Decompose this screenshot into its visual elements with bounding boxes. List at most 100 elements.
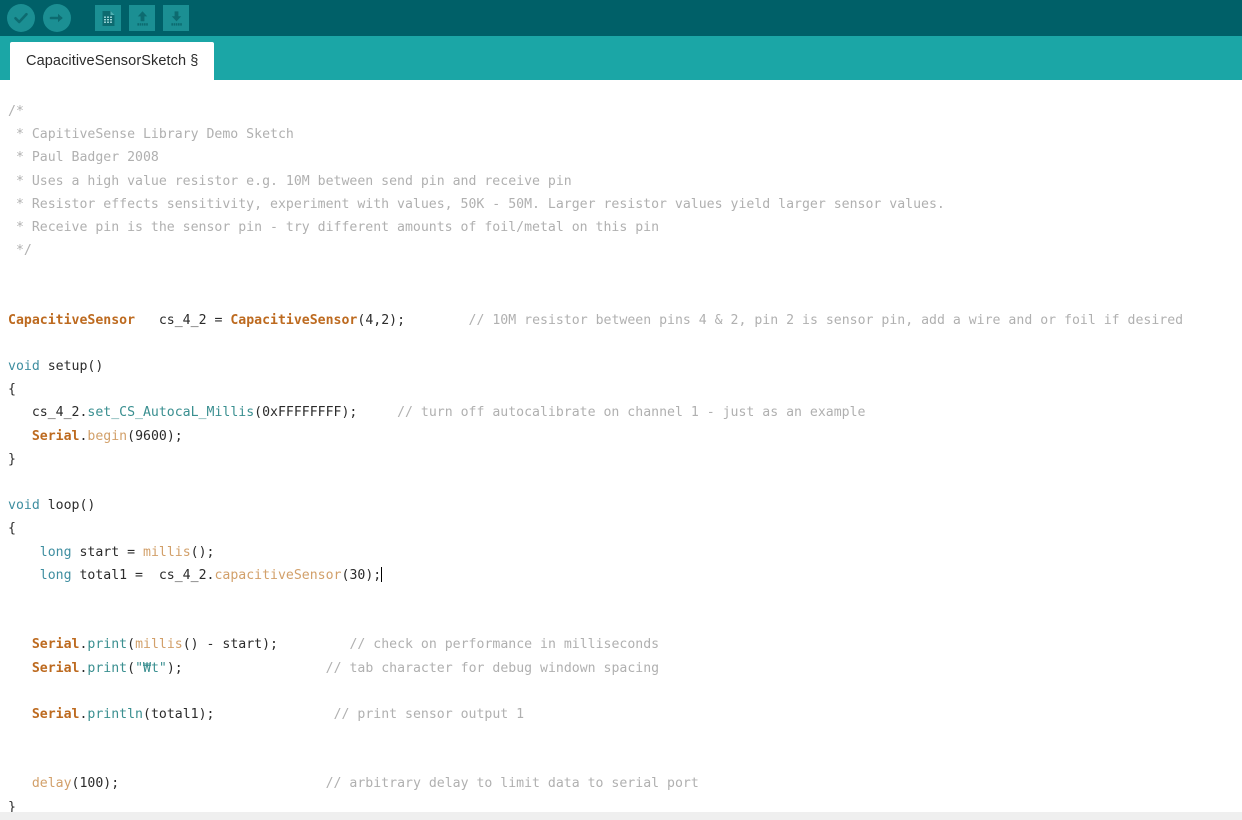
code-line: Serial.begin(9600); bbox=[8, 425, 1183, 448]
code-line: Serial.print(millis() - start); // check… bbox=[8, 633, 1183, 656]
code-token: set_CS_AutocaL_Millis bbox=[87, 405, 255, 421]
code-token: long bbox=[39, 544, 72, 560]
code-token: // turn off autocalibrate on channel 1 -… bbox=[397, 405, 866, 421]
code-line: * Receive pin is the sensor pin - try di… bbox=[8, 216, 1183, 239]
verify-button[interactable] bbox=[7, 4, 35, 32]
code-token: ( bbox=[127, 637, 136, 653]
code-token: Serial bbox=[31, 706, 80, 722]
code-token: } bbox=[8, 451, 16, 467]
check-circle-icon bbox=[14, 12, 28, 24]
code-token: (0xFFFFFFFF); bbox=[254, 405, 358, 421]
code-token: cs_4_2 = bbox=[135, 312, 231, 328]
code-token: long bbox=[39, 567, 72, 583]
code-line: * Uses a high value resistor e.g. 10M be… bbox=[8, 170, 1183, 193]
code-token: * Resistor effects sensitivity, experime… bbox=[8, 196, 945, 212]
arrow-right-circle-icon bbox=[49, 13, 63, 23]
code-token: Serial bbox=[31, 637, 80, 653]
code-token: begin bbox=[87, 428, 128, 444]
code-token: ( bbox=[127, 660, 136, 676]
code-line: Serial.println(total1); // print sensor … bbox=[8, 703, 1183, 726]
code-token: (100); bbox=[71, 776, 120, 792]
code-token: CapacitiveSensor bbox=[8, 312, 136, 328]
code-token: void bbox=[8, 359, 40, 375]
code-line: * CapitiveSense Library Demo Sketch bbox=[8, 123, 1183, 146]
code-token: ); bbox=[166, 660, 183, 676]
code-line: void loop() bbox=[8, 494, 1183, 517]
code-token: Serial bbox=[31, 428, 80, 444]
new-button[interactable] bbox=[95, 5, 121, 31]
code-line: long total1 = cs_4_2.capacitiveSensor(30… bbox=[8, 564, 1183, 587]
toolbar bbox=[0, 0, 1242, 36]
code-token: (); bbox=[190, 544, 215, 560]
open-button[interactable] bbox=[129, 5, 155, 31]
code-line: */ bbox=[8, 239, 1183, 262]
code-token: millis bbox=[143, 544, 191, 560]
code-token: // tab character for debug windown spaci… bbox=[325, 660, 660, 676]
code-token: setup() bbox=[39, 359, 104, 375]
code-line: delay(100); // arbitrary delay to limit … bbox=[8, 772, 1183, 795]
code-line: Serial.print("₩t"); // tab character for… bbox=[8, 657, 1183, 680]
new-document-icon bbox=[102, 10, 114, 26]
sketch-tab[interactable]: CapacitiveSensorSketch § bbox=[10, 42, 215, 80]
code-line: long start = millis(); bbox=[8, 541, 1183, 564]
code-token: Serial bbox=[31, 660, 80, 676]
code-line: { bbox=[8, 378, 1183, 401]
tab-bar: CapacitiveSensorSketch § bbox=[0, 36, 1242, 80]
code-token: println bbox=[87, 706, 143, 722]
code-token: void bbox=[8, 498, 40, 514]
code-token: (9600); bbox=[127, 428, 183, 444]
code-token: print bbox=[87, 660, 128, 676]
code-token: // print sensor output 1 bbox=[333, 706, 525, 722]
code-token: loop() bbox=[39, 498, 96, 514]
code-line: } bbox=[8, 448, 1183, 471]
code-token: */ bbox=[8, 243, 32, 259]
code-token: // check on performance in milliseconds bbox=[349, 637, 660, 653]
code-token: (30); bbox=[341, 567, 382, 583]
code-line: cs_4_2.set_CS_AutocaL_Millis(0xFFFFFFFF)… bbox=[8, 401, 1183, 424]
code-token: print bbox=[87, 637, 128, 653]
code-line: } bbox=[8, 796, 1183, 812]
code-token: capacitiveSensor bbox=[214, 567, 342, 583]
code-line: * Paul Badger 2008 bbox=[8, 146, 1183, 169]
code-token: millis bbox=[135, 637, 183, 653]
code-line: CapacitiveSensor cs_4_2 = CapacitiveSens… bbox=[8, 309, 1183, 332]
status-bar bbox=[0, 812, 1242, 820]
code-token: () - start); bbox=[182, 637, 278, 653]
code-editor[interactable]: /* * CapitiveSense Library Demo Sketch *… bbox=[0, 80, 1242, 812]
code-line: void setup() bbox=[8, 355, 1183, 378]
down-arrow-icon bbox=[170, 10, 182, 26]
code-token: total1 = cs_4_2. bbox=[71, 567, 215, 583]
code-content: /* * CapitiveSense Library Demo Sketch *… bbox=[8, 100, 1183, 812]
code-token: // 10M resistor between pins 4 & 2, pin … bbox=[468, 312, 1184, 328]
text-caret bbox=[381, 566, 383, 582]
save-button[interactable] bbox=[163, 5, 189, 31]
code-token: { bbox=[8, 521, 16, 537]
code-line: /* bbox=[8, 100, 1183, 123]
code-token: start = bbox=[71, 544, 143, 560]
upload-button[interactable] bbox=[43, 4, 71, 32]
code-token: * Uses a high value resistor e.g. 10M be… bbox=[8, 173, 572, 189]
code-line: * Resistor effects sensitivity, experime… bbox=[8, 193, 1183, 216]
code-token: // arbitrary delay to limit data to seri… bbox=[325, 776, 699, 792]
sketch-tab-label: CapacitiveSensorSketch § bbox=[26, 53, 199, 69]
up-arrow-icon bbox=[136, 10, 148, 26]
